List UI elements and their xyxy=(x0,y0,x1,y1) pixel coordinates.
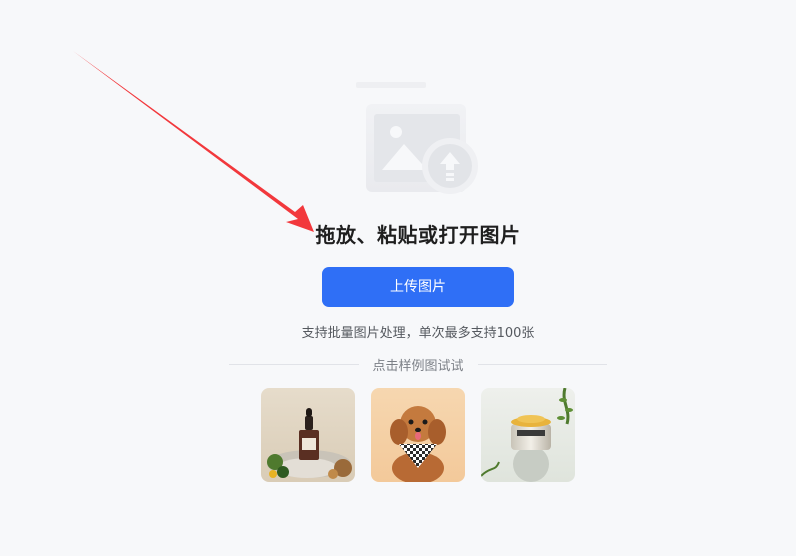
puppy-icon xyxy=(371,388,465,482)
upload-image-icon xyxy=(352,82,484,200)
sample-images xyxy=(261,388,575,482)
samples-divider: 点击样例图试试 xyxy=(229,355,608,374)
sample-serum-bottle[interactable] xyxy=(261,388,355,482)
sample-cream-jar[interactable] xyxy=(481,388,575,482)
sample-puppy[interactable] xyxy=(371,388,465,482)
upload-headline: 拖放、粘贴或打开图片 xyxy=(315,223,521,247)
divider-line-right xyxy=(477,363,608,365)
serum-bottle-icon xyxy=(261,388,355,482)
cream-jar-icon xyxy=(481,388,575,482)
divider-line-left xyxy=(229,363,359,365)
batch-limit-hint: 支持批量图片处理，单次最多支持100张 xyxy=(301,326,535,341)
upload-image-button[interactable]: 上传图片 xyxy=(322,267,514,307)
samples-label: 点击样例图试试 xyxy=(372,358,464,374)
